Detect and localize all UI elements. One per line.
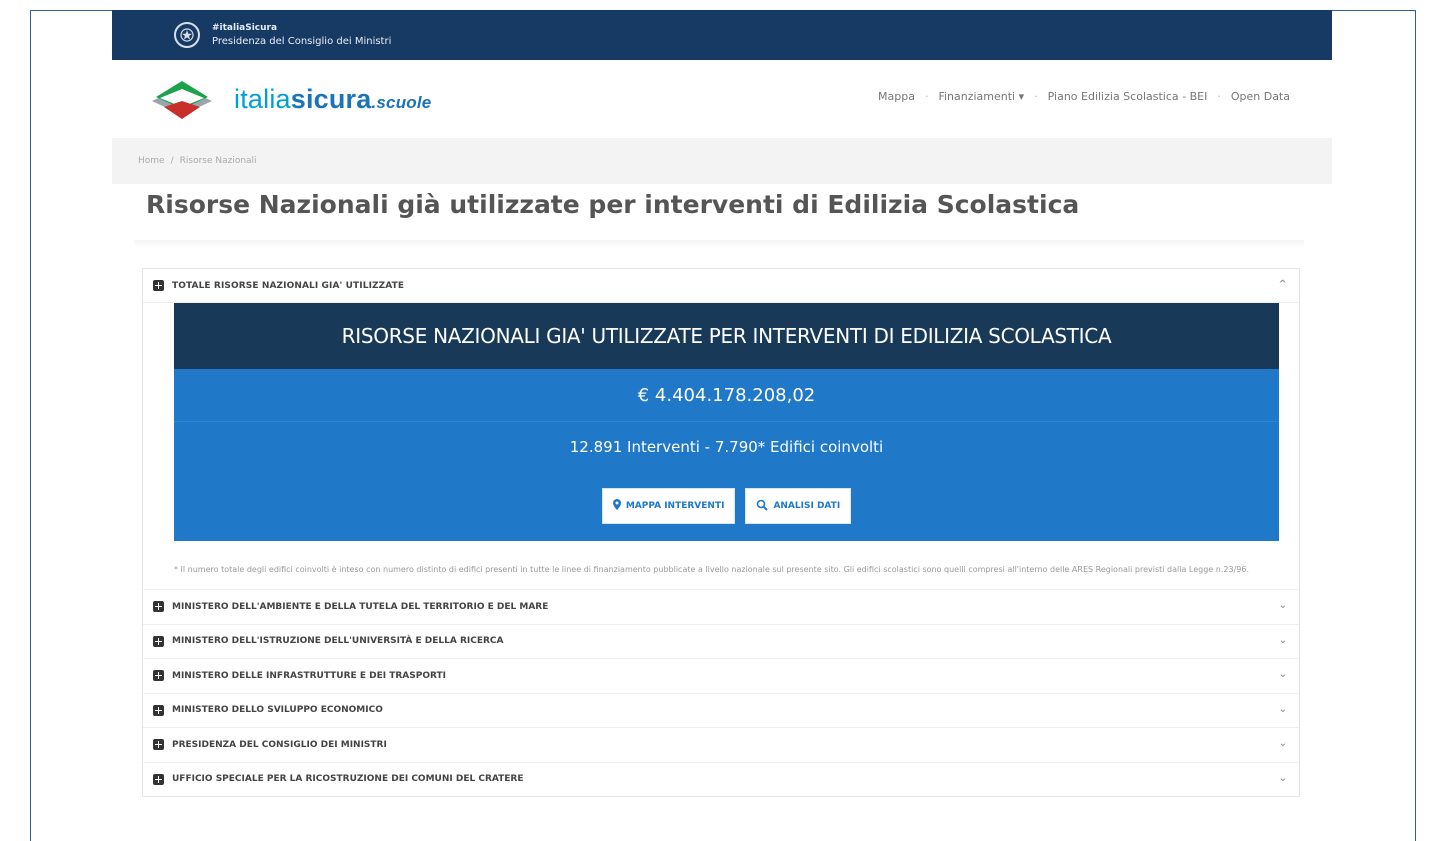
chevron-down-icon: ⌄ <box>1278 772 1287 784</box>
accordion-header-presidenza[interactable]: PRESIDENZA DEL CONSIGLIO DEI MINISTRI ⌄ <box>143 727 1299 762</box>
total-amount: € 4.404.178.208,02 <box>174 369 1279 421</box>
data-analysis-label: ANALISI DATI <box>773 501 841 511</box>
italiasicura-logo-icon[interactable] <box>146 77 218 121</box>
magnifier-icon <box>756 499 769 514</box>
data-analysis-button[interactable]: ANALISI DATI <box>745 488 852 524</box>
accordion-header-ambiente[interactable]: MINISTERO DELL'AMBIENTE E DELLA TUTELA D… <box>143 589 1299 624</box>
chevron-down-icon: ⌄ <box>1278 703 1287 715</box>
logo-word-scuole: .scuole <box>371 92 432 112</box>
nav-item-piano-bei[interactable]: Piano Edilizia Scolastica - BEI <box>1038 90 1218 103</box>
title-divider <box>134 240 1304 248</box>
page: #italiaSicura Presidenza del Consiglio d… <box>112 10 1332 841</box>
accordion-header-label: MINISTERO DELL'ISTRUZIONE DELL'UNIVERSIT… <box>172 636 504 647</box>
topbar-text: #italiaSicura Presidenza del Consiglio d… <box>212 22 391 48</box>
expand-icon <box>153 280 164 291</box>
main-nav: Mappa · Finanziamenti ▾ · Piano Edilizia… <box>868 90 1300 103</box>
site-logo-text[interactable]: italiasicura.scuole <box>234 84 431 115</box>
chevron-down-icon: ⌄ <box>1278 669 1287 680</box>
government-topbar: #italiaSicura Presidenza del Consiglio d… <box>112 10 1332 60</box>
accordion-header-totale[interactable]: TOTALE RISORSE NAZIONALI GIA' UTILIZZATE… <box>143 269 1299 303</box>
expand-icon <box>153 670 164 682</box>
nav-item-mappa[interactable]: Mappa <box>868 90 925 103</box>
accordion-header-label: MINISTERO DELLO SVILUPPO ECONOMICO <box>172 705 383 716</box>
logo-word-sicura: sicura <box>290 83 372 114</box>
breadcrumb-home[interactable]: Home <box>138 156 165 166</box>
breadcrumb-current: Risorse Nazionali <box>179 156 257 166</box>
accordion-header-istruzione[interactable]: MINISTERO DELL'ISTRUZIONE DELL'UNIVERSIT… <box>143 623 1299 659</box>
map-interventions-label: MAPPA INTERVENTI <box>625 501 725 511</box>
expand-icon <box>153 635 164 647</box>
expand-icon <box>153 739 164 751</box>
chevron-down-icon: ⌄ <box>1278 600 1287 611</box>
chevron-down-icon: ⌄ <box>1278 634 1287 646</box>
topbar-hashtag[interactable]: #italiaSicura <box>212 22 391 35</box>
breadcrumb: Home / Risorse Nazionali <box>112 138 1332 184</box>
interventions-count: 12.891 Interventi - 7.790* Edifici coinv… <box>569 438 884 456</box>
topbar-government-link[interactable]: Presidenza del Consiglio dei Ministri <box>212 35 391 48</box>
resources-accordion: TOTALE RISORSE NAZIONALI GIA' UTILIZZATE… <box>142 268 1300 797</box>
nav-item-finanziamenti[interactable]: Finanziamenti ▾ <box>928 90 1034 103</box>
logo-word-italia: italia <box>234 83 291 114</box>
totals-panel: RISORSE NAZIONALI GIA' UTILIZZATE PER IN… <box>174 303 1279 541</box>
expand-icon <box>153 601 164 613</box>
breadcrumb-separator: / <box>170 156 174 166</box>
map-interventions-button[interactable]: MAPPA INTERVENTI <box>601 488 736 524</box>
page-title: Risorse Nazionali già utilizzate per int… <box>146 190 1080 219</box>
accordion-header-sviluppo-economico[interactable]: MINISTERO DELLO SVILUPPO ECONOMICO ⌄ <box>143 692 1299 728</box>
panel-body: 12.891 Interventi - 7.790* Edifici coinv… <box>174 421 1279 541</box>
republic-emblem-icon[interactable] <box>174 22 200 48</box>
map-marker-icon <box>612 499 621 513</box>
chevron-up-icon: ^ <box>1278 279 1287 290</box>
accordion-header-infrastrutture[interactable]: MINISTERO DELLE INFRASTRUTTURE E DEI TRA… <box>143 658 1299 693</box>
accordion-header-label: PRESIDENZA DEL CONSIGLIO DEI MINISTRI <box>172 739 387 750</box>
site-header: italiasicura.scuole Mappa · Finanziament… <box>112 60 1332 138</box>
expand-icon <box>153 773 164 785</box>
expand-icon <box>153 704 164 716</box>
accordion-header-label: MINISTERO DELLE INFRASTRUTTURE E DEI TRA… <box>172 670 446 681</box>
panel-buttons: MAPPA INTERVENTI ANALISI DATI <box>174 488 1279 524</box>
chevron-down-icon: ⌄ <box>1278 738 1287 749</box>
accordion-header-label: TOTALE RISORSE NAZIONALI GIA' UTILIZZATE <box>172 280 405 291</box>
accordion-header-label: UFFICIO SPECIALE PER LA RICOSTRUZIONE DE… <box>172 774 524 785</box>
panel-title: RISORSE NAZIONALI GIA' UTILIZZATE PER IN… <box>174 303 1279 369</box>
buildings-footnote: * Il numero totale degli edifici coinvol… <box>174 565 1249 574</box>
accordion-header-label: MINISTERO DELL'AMBIENTE E DELLA TUTELA D… <box>172 601 549 612</box>
nav-item-open-data[interactable]: Open Data <box>1221 90 1300 103</box>
accordion-header-ufficio-speciale[interactable]: UFFICIO SPECIALE PER LA RICOSTRUZIONE DE… <box>143 761 1299 797</box>
